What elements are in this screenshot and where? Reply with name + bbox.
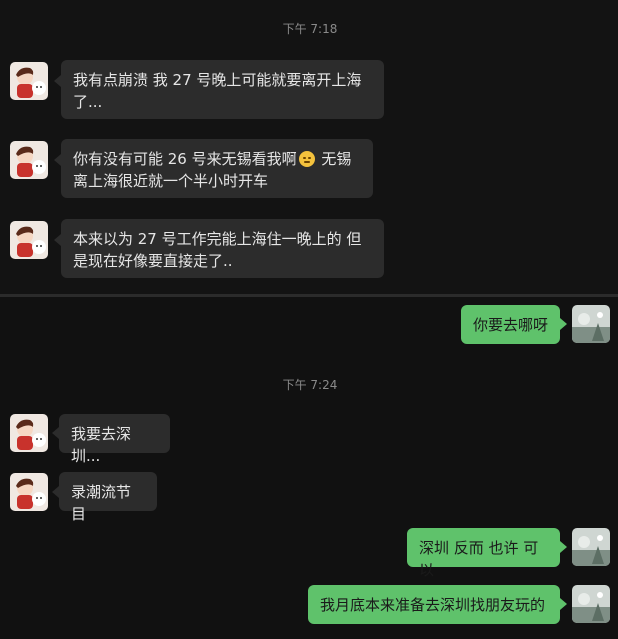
cartoon-avatar-icon [10,62,48,100]
photo-avatar-icon [572,305,610,343]
message-text: 我要去深圳... [71,425,132,465]
cartoon-avatar-icon [10,414,48,452]
photo-avatar-icon [572,585,610,623]
contact-avatar[interactable] [10,414,48,452]
message-text: 录潮流节目 [71,483,132,523]
bubble-tail [560,541,567,553]
bubble-tail [52,427,59,439]
photo-avatar-icon [572,528,610,566]
cartoon-avatar-icon [10,141,48,179]
message-text: 我有点崩溃 我 27 号晚上可能就要离开上海 [73,71,362,89]
contact-avatar[interactable] [10,221,48,259]
bubble-tail [560,598,567,610]
message-text: 了... [73,93,103,111]
smiling-face-emoji [298,151,315,167]
message-text: 离上海很近就一个半小时开车 [73,172,269,190]
cartoon-avatar-icon [10,473,48,511]
message-bubble[interactable]: 我月底本来准备去深圳找朋友玩的 [308,585,560,624]
message-bubble[interactable]: 我要去深圳... [59,414,170,465]
message-text: 我月底本来准备去深圳找朋友玩的 [320,596,546,614]
message-line: 你有没有可能 26 号来无锡看我啊 无锡 [73,148,361,170]
contact-avatar[interactable] [10,473,48,511]
message-bubble[interactable]: 我有点崩溃 我 27 号晚上可能就要离开上海 了... [61,60,384,119]
message-text: 本来以为 27 号工作完能上海住一晚上的 但 [73,230,362,248]
message-bubble[interactable]: 你有没有可能 26 号来无锡看我啊 无锡 离上海很近就一个半小时开车 [61,139,373,198]
timestamp: 下午 7:18 [282,22,338,36]
bubble-tail [54,75,61,87]
contact-avatar[interactable] [10,62,48,100]
message-bubble[interactable]: 你要去哪呀 [461,305,560,344]
bubble-tail [54,154,61,166]
message-text: 深圳 反而 也许 可以 [419,539,539,579]
bubble-tail [52,486,59,498]
message-text: 你有没有可能 26 号来无锡看我啊 [73,150,297,168]
self-avatar[interactable] [572,528,610,566]
message-bubble[interactable]: 本来以为 27 号工作完能上海住一晚上的 但 是现在好像要直接走了.. [61,219,384,278]
bubble-tail [560,318,567,330]
message-text: 你要去哪呀 [473,316,549,334]
bubble-tail [54,234,61,246]
contact-avatar[interactable] [10,141,48,179]
message-text: 是现在好像要直接走了.. [73,252,233,270]
self-avatar[interactable] [572,585,610,623]
message-bubble[interactable]: 录潮流节目 [59,472,157,523]
cartoon-avatar-icon [10,221,48,259]
timestamp: 下午 7:24 [282,378,338,392]
message-text: 无锡 [316,150,352,168]
self-avatar[interactable] [572,305,610,343]
message-bubble[interactable]: 深圳 反而 也许 可以 [407,528,560,579]
